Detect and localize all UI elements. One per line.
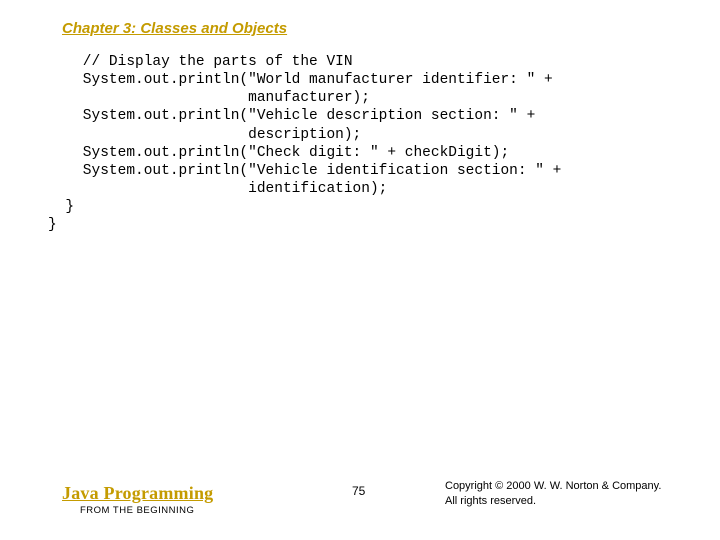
book-subtitle: FROM THE BEGINNING xyxy=(80,505,213,516)
chapter-title: Chapter 3: Classes and Objects xyxy=(62,20,672,37)
code-block: // Display the parts of the VIN System.o… xyxy=(48,53,672,234)
slide: Chapter 3: Classes and Objects // Displa… xyxy=(0,0,720,540)
copyright-line-2: All rights reserved. xyxy=(445,494,661,508)
book-title: Java Programming FROM THE BEGINNING xyxy=(62,483,213,516)
copyright-line-1: Copyright © 2000 W. W. Norton & Company. xyxy=(445,479,661,493)
book-main-title: Java Programming xyxy=(62,483,213,504)
page-number: 75 xyxy=(352,484,365,498)
copyright: Copyright © 2000 W. W. Norton & Company.… xyxy=(445,479,661,508)
